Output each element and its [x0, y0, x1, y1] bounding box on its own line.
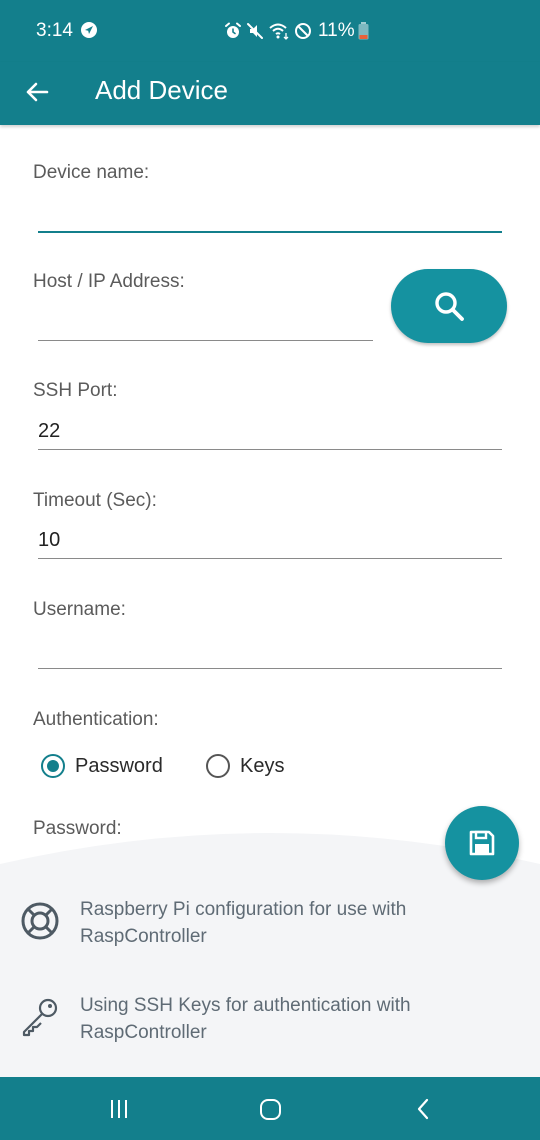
help-item-ssh-keys[interactable]: Using SSH Keys for authentication with R… — [0, 988, 540, 1068]
key-icon — [22, 998, 58, 1037]
search-button[interactable] — [391, 269, 507, 343]
location-icon — [81, 22, 97, 38]
radio-password-label[interactable]: Password — [75, 755, 163, 778]
status-bar: 3:14 11% — [0, 0, 540, 62]
arrow-left-icon[interactable] — [22, 77, 52, 107]
home-icon[interactable] — [255, 1095, 285, 1123]
username-label: Username: — [33, 599, 126, 620]
status-time: 3:14 — [36, 20, 73, 41]
ssh-port-label: SSH Port: — [33, 380, 118, 401]
app-bar: Add Device — [0, 62, 540, 125]
lifebuoy-icon — [21, 902, 59, 940]
host-input[interactable] — [38, 304, 373, 341]
timeout-label: Timeout (Sec): — [33, 490, 157, 511]
system-nav-bar — [0, 1077, 540, 1140]
save-button[interactable] — [445, 806, 519, 880]
radio-keys[interactable] — [206, 754, 230, 778]
back-icon[interactable] — [408, 1095, 438, 1123]
help-item-label: Raspberry Pi configuration for use with … — [80, 899, 407, 947]
recents-icon[interactable] — [104, 1095, 134, 1123]
mute-icon — [247, 23, 263, 39]
status-icons: 11% — [224, 20, 373, 42]
help-item-label: Using SSH Keys for authentication with R… — [80, 995, 411, 1043]
alarm-icon — [225, 22, 241, 38]
battery-icon — [358, 22, 369, 40]
page-title: Add Device — [95, 75, 228, 105]
timeout-input[interactable] — [38, 522, 502, 559]
battery-percent: 11% — [318, 20, 355, 41]
authentication-label: Authentication: — [33, 709, 159, 730]
radio-keys-label[interactable]: Keys — [240, 755, 284, 778]
username-input[interactable] — [38, 632, 502, 669]
search-icon — [435, 292, 464, 321]
ssh-port-input[interactable] — [38, 413, 502, 450]
wifi-icon — [269, 23, 289, 40]
help-item-raspberry-config[interactable]: Raspberry Pi configuration for use with … — [0, 892, 540, 972]
dnd-icon — [295, 23, 311, 39]
host-label: Host / IP Address: — [33, 271, 185, 292]
radio-password[interactable] — [41, 754, 65, 778]
device-name-input[interactable] — [38, 195, 502, 233]
save-icon — [469, 830, 495, 856]
device-name-label: Device name: — [33, 162, 150, 183]
